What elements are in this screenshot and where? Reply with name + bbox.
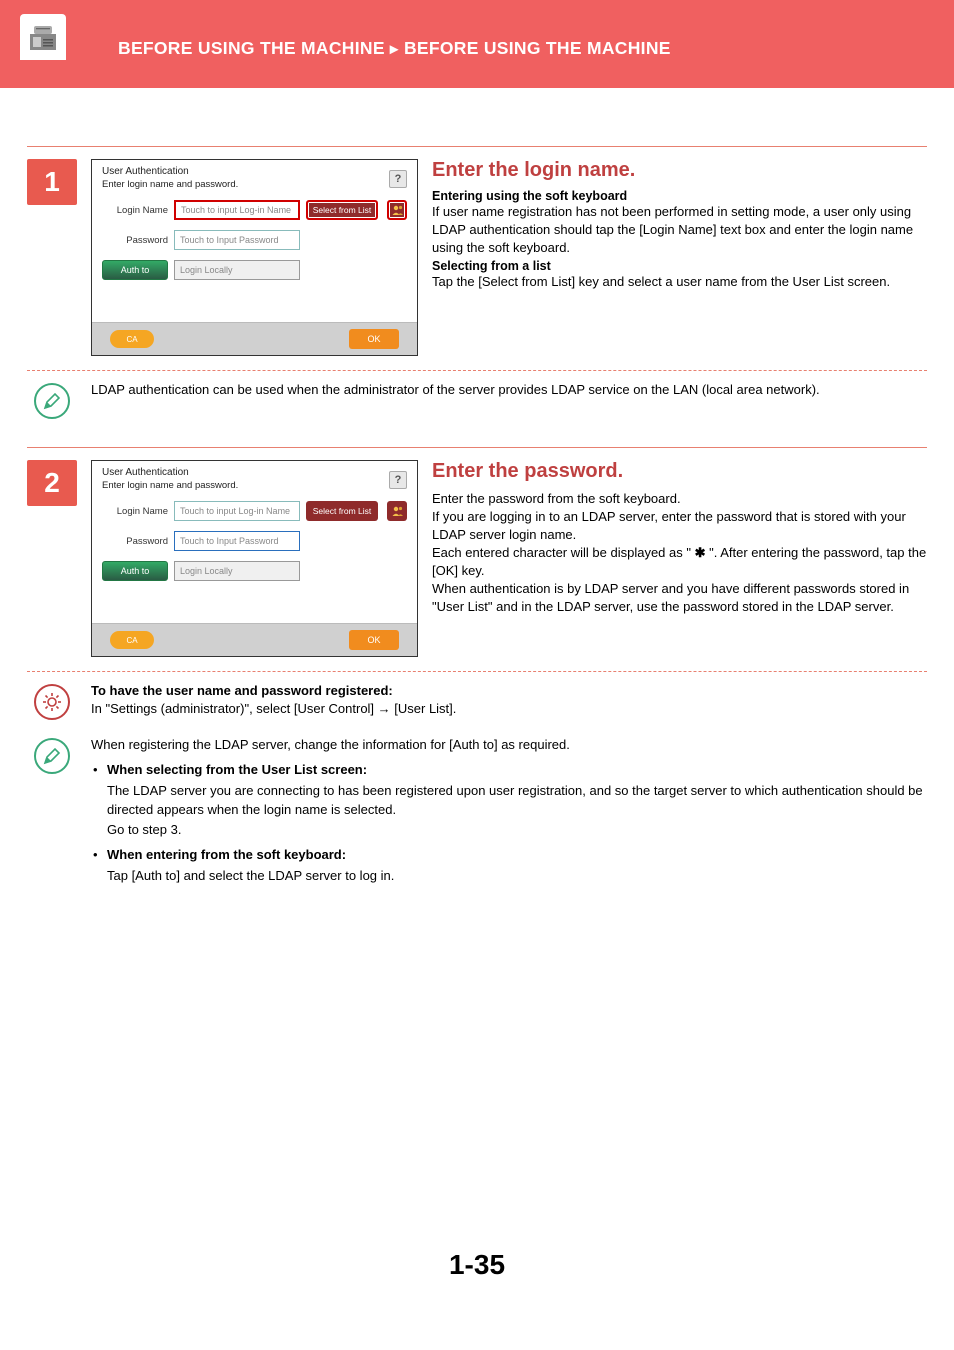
pencil-icon <box>42 391 62 411</box>
select-from-list-button[interactable]: Select from List <box>306 501 378 521</box>
user-icon <box>391 204 403 216</box>
auth-panel-1: User Authentication Enter login name and… <box>91 159 418 356</box>
breadcrumb-b: BEFORE USING THE MACHINE <box>404 38 671 58</box>
panel-subtitle: Enter login name and password. <box>102 480 407 491</box>
auth-panel-2: User Authentication Enter login name and… <box>91 460 418 657</box>
dashed-divider <box>27 671 927 672</box>
bullet-1-p: The LDAP server you are connecting to ha… <box>107 781 927 840</box>
breadcrumb-a: BEFORE USING THE MACHINE <box>118 38 385 58</box>
pencil-note-2: When registering the LDAP server, change… <box>27 736 927 885</box>
page-body: 1 User Authentication Enter login name a… <box>0 88 954 1315</box>
pencil-note-icon <box>34 738 70 774</box>
asterisk-icon: ✱ <box>695 545 706 560</box>
bullet-2-h: When entering from the soft keyboard: <box>107 847 346 862</box>
step-number-2: 2 <box>27 460 77 506</box>
auth-target-box: Login Locally <box>174 260 300 280</box>
password-input[interactable]: Touch to Input Password <box>174 531 300 551</box>
dashed-divider <box>27 370 927 371</box>
step-number-1: 1 <box>27 159 77 205</box>
ok-button[interactable]: OK <box>349 630 399 650</box>
password-label: Password <box>102 235 168 246</box>
user-icon-button[interactable] <box>387 200 407 220</box>
ok-button[interactable]: OK <box>349 329 399 349</box>
user-icon <box>391 505 403 517</box>
step2-p4: When authentication is by LDAP server an… <box>432 580 927 616</box>
bullet-1-h: When selecting from the User List screen… <box>107 762 367 777</box>
ca-button[interactable]: CA <box>110 631 154 649</box>
login-name-label: Login Name <box>102 506 168 517</box>
page-number: 1-35 <box>0 1249 954 1281</box>
header-band: BEFORE USING THE MACHINE►BEFORE USING TH… <box>0 0 954 88</box>
bullet-2: When entering from the soft keyboard: Ta… <box>107 845 927 885</box>
note-ldap: LDAP authentication can be used when the… <box>27 381 927 419</box>
select-from-list-button[interactable]: Select from List <box>306 200 378 220</box>
password-input[interactable]: Touch to Input Password <box>174 230 300 250</box>
step1-sub1: Entering using the soft keyboard <box>432 189 927 203</box>
auth-to-button[interactable]: Auth to <box>102 561 168 581</box>
gear-note-icon <box>34 684 70 720</box>
step1-p1: If user name registration has not been p… <box>432 203 927 257</box>
login-name-label: Login Name <box>102 205 168 216</box>
help-button[interactable]: ? <box>389 170 407 188</box>
breadcrumb-arrow-icon: ► <box>385 41 404 58</box>
pencil-icon <box>42 746 62 766</box>
panel-subtitle: Enter login name and password. <box>102 179 407 190</box>
login-name-input[interactable]: Touch to input Log-in Name <box>174 200 300 220</box>
help-button[interactable]: ? <box>389 471 407 489</box>
auth-to-button[interactable]: Auth to <box>102 260 168 280</box>
bullet-1: When selecting from the User List screen… <box>107 760 927 839</box>
note-ldap-text: LDAP authentication can be used when the… <box>91 381 820 419</box>
gear-note: To have the user name and password regis… <box>27 682 927 720</box>
ca-button[interactable]: CA <box>110 330 154 348</box>
breadcrumb: BEFORE USING THE MACHINE►BEFORE USING TH… <box>118 38 671 59</box>
login-name-input[interactable]: Touch to input Log-in Name <box>174 501 300 521</box>
step-2: 2 User Authentication Enter login name a… <box>27 448 927 657</box>
step1-sub2: Selecting from a list <box>432 259 927 273</box>
step1-p2: Tap the [Select from List] key and selec… <box>432 273 927 291</box>
step-1: 1 User Authentication Enter login name a… <box>27 147 927 356</box>
copier-icon <box>26 20 60 54</box>
panel-title: User Authentication <box>102 166 407 177</box>
bullet-2-p: Tap [Auth to] and select the LDAP server… <box>107 866 927 886</box>
auth-target-box: Login Locally <box>174 561 300 581</box>
pencil2-p: When registering the LDAP server, change… <box>91 736 927 754</box>
pencil-note-icon <box>34 383 70 419</box>
step2-p2: If you are logging in to an LDAP server,… <box>432 508 927 544</box>
gear-note-h: To have the user name and password regis… <box>91 682 456 700</box>
step2-p3: Each entered character will be displayed… <box>432 544 927 580</box>
panel-title: User Authentication <box>102 467 407 478</box>
password-label: Password <box>102 536 168 547</box>
user-icon-button[interactable] <box>387 501 407 521</box>
gear-note-p: In "Settings (administrator)", select [U… <box>91 700 456 718</box>
step1-heading: Enter the login name. <box>432 159 927 182</box>
step2-p1: Enter the password from the soft keyboar… <box>432 490 927 508</box>
step2-heading: Enter the password. <box>432 460 927 483</box>
tab-icon <box>20 14 66 60</box>
gear-icon <box>41 691 63 713</box>
